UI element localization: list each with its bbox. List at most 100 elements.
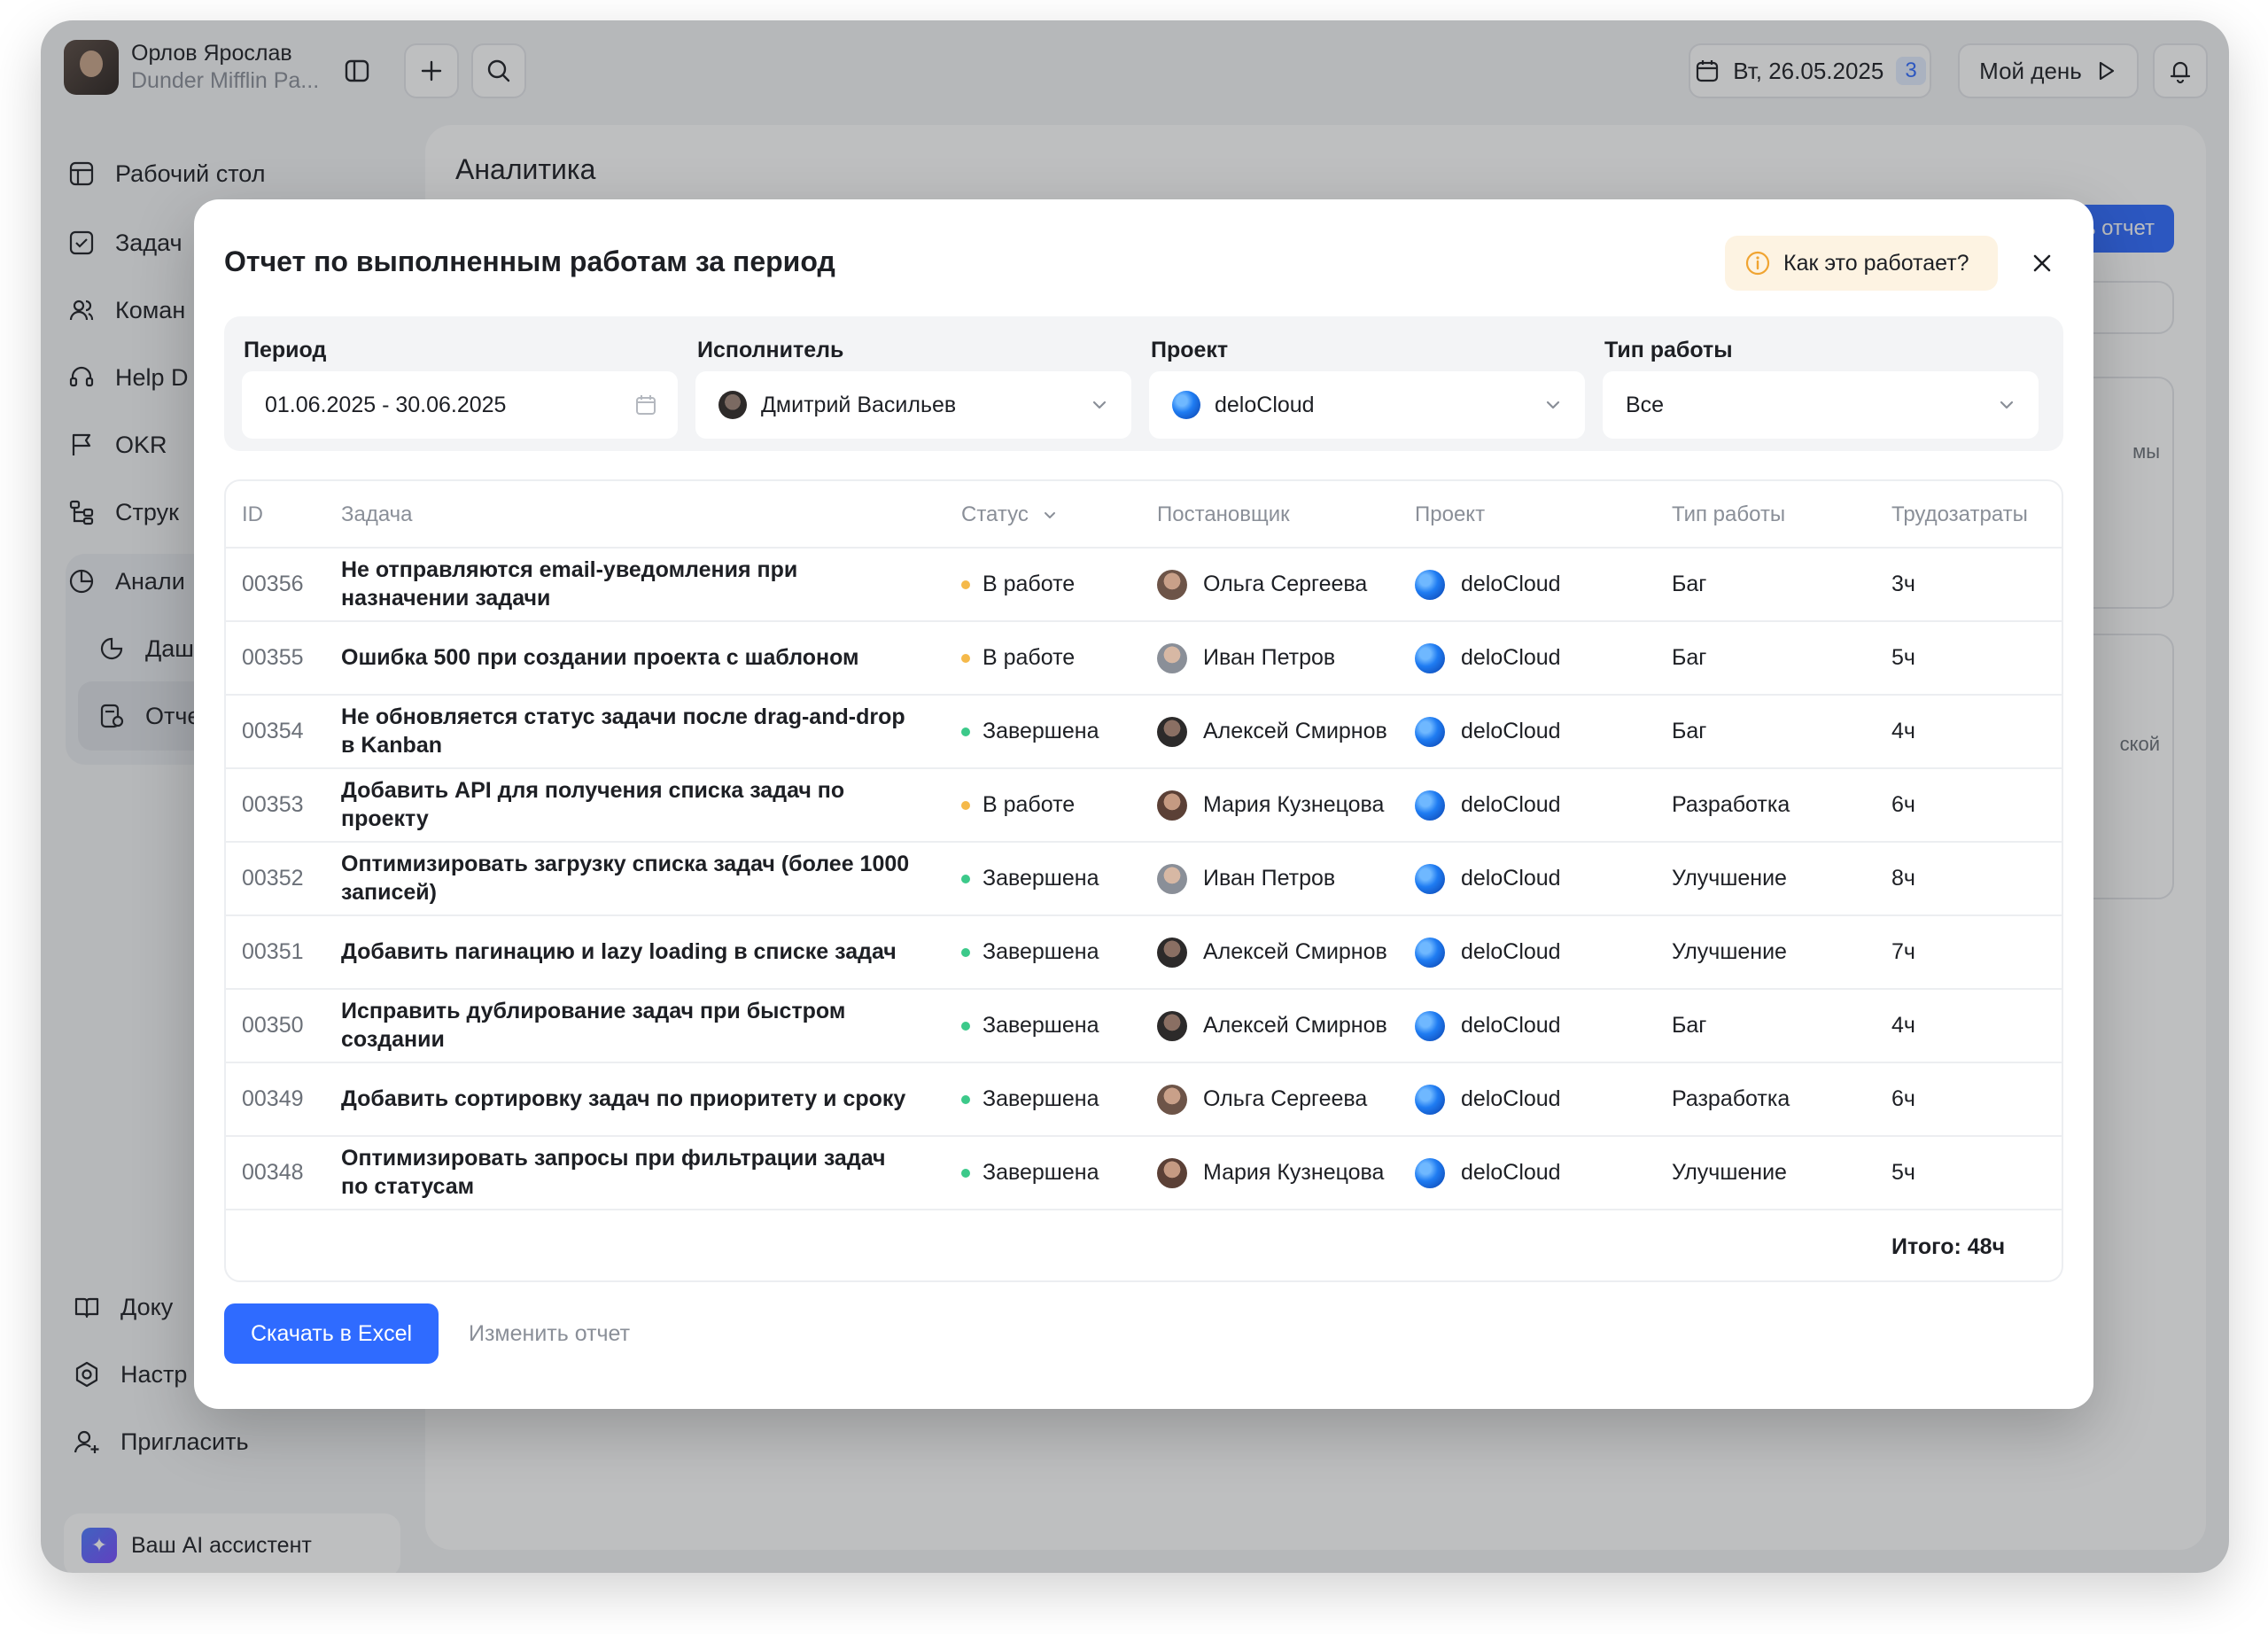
row-author: Алексей Смирнов (1157, 916, 1387, 988)
avatar (1157, 1157, 1187, 1188)
row-task[interactable]: Ошибка 500 при создании проекта с шаблон… (341, 622, 917, 694)
period-value: 01.06.2025 - 30.06.2025 (265, 392, 507, 417)
row-author: Мария Кузнецова (1157, 1137, 1384, 1209)
row-task[interactable]: Не отправляются email-уведомления при на… (341, 549, 917, 620)
project-value: deloCloud (1215, 392, 1315, 417)
row-work-type: Баг (1672, 719, 1707, 743)
edit-report-button[interactable]: Изменить отчет (469, 1303, 630, 1364)
header-work-type: Тип работы (1672, 502, 1786, 526)
project-name: deloCloud (1461, 719, 1561, 743)
table-row[interactable]: 00348 Оптимизировать запросы при фильтра… (226, 1137, 2062, 1210)
close-icon[interactable] (2021, 242, 2063, 284)
info-icon (1744, 250, 1771, 276)
row-work-type: Улучшение (1672, 866, 1787, 891)
project-label: Проект (1151, 338, 1229, 362)
row-task[interactable]: Исправить дублирование задач при быстром… (341, 990, 917, 1062)
project-logo-icon (1415, 569, 1445, 600)
status-dot (961, 800, 970, 810)
project-select[interactable]: deloCloud (1149, 371, 1585, 439)
row-author: Мария Кузнецова (1157, 769, 1384, 841)
project-logo-icon (1415, 1157, 1445, 1188)
filters-panel: Период 01.06.2025 - 30.06.2025 Исполните… (224, 316, 2063, 451)
period-label: Период (244, 338, 327, 362)
header-status-sort[interactable]: Статус (961, 481, 1060, 549)
status-dot (961, 653, 970, 663)
download-excel-button[interactable]: Скачать в Excel (224, 1303, 439, 1364)
project-filter: Проект deloCloud (1149, 332, 1585, 439)
project-name: deloCloud (1461, 1013, 1561, 1038)
row-status: Завершена (961, 990, 1099, 1062)
status-dot (961, 1168, 970, 1178)
row-status: В работе (961, 549, 1075, 620)
status-label: Завершена (983, 719, 1099, 743)
row-effort: 4ч (1891, 719, 1915, 743)
row-task[interactable]: Оптимизировать запросы при фильтрации за… (341, 1137, 917, 1209)
status-label: В работе (983, 645, 1076, 670)
table-row[interactable]: 00355 Ошибка 500 при создании проекта с … (226, 622, 2062, 696)
status-label: Завершена (983, 939, 1099, 964)
avatar (1157, 716, 1187, 747)
project-logo-icon (1415, 1010, 1445, 1041)
table-row[interactable]: 00353 Добавить API для получения списка … (226, 769, 2062, 843)
chevron-down-icon (1994, 393, 2019, 424)
row-task[interactable]: Добавить пагинацию и lazy loading в спис… (341, 916, 917, 988)
row-id: 00350 (242, 1013, 304, 1038)
row-id: 00354 (242, 719, 304, 743)
avatar (1157, 863, 1187, 894)
row-id: 00355 (242, 645, 304, 670)
row-effort: 5ч (1891, 1160, 1915, 1185)
row-status: Завершена (961, 843, 1099, 914)
row-effort: 8ч (1891, 866, 1915, 891)
row-author: Ольга Сергеева (1157, 1063, 1367, 1135)
row-task[interactable]: Оптимизировать загрузку списка задач (бо… (341, 843, 917, 914)
row-author: Ольга Сергеева (1157, 549, 1367, 620)
row-task[interactable]: Добавить API для получения списка задач … (341, 769, 917, 841)
row-status: Завершена (961, 1063, 1099, 1135)
status-label: Завершена (983, 866, 1099, 891)
status-dot (961, 727, 970, 736)
avatar (718, 391, 747, 419)
author-name: Иван Петров (1203, 866, 1336, 891)
table-row[interactable]: 00352 Оптимизировать загрузку списка зад… (226, 843, 2062, 916)
header-id: ID (242, 502, 263, 526)
author-name: Алексей Смирнов (1203, 719, 1387, 743)
assignee-value: Дмитрий Васильев (761, 392, 957, 417)
project-name: deloCloud (1461, 939, 1561, 964)
header-project: Проект (1415, 502, 1486, 526)
project-logo-icon (1415, 642, 1445, 673)
row-task[interactable]: Не обновляется статус задачи после drag-… (341, 696, 917, 767)
project-logo-icon (1415, 863, 1445, 894)
row-id: 00351 (242, 939, 304, 964)
author-name: Мария Кузнецова (1203, 792, 1385, 817)
row-effort: 4ч (1891, 1013, 1915, 1038)
total-row: Итого: 48ч (226, 1211, 2062, 1280)
status-label: В работе (983, 572, 1076, 596)
row-task[interactable]: Добавить сортировку задач по приоритету … (341, 1063, 917, 1135)
table-row[interactable]: 00356 Не отправляются email-уведомления … (226, 549, 2062, 622)
table-row[interactable]: 00351 Добавить пагинацию и lazy loading … (226, 916, 2062, 990)
author-name: Ольга Сергеева (1203, 1086, 1368, 1111)
chevron-down-icon (1087, 393, 1112, 424)
row-author: Иван Петров (1157, 843, 1335, 914)
table-row[interactable]: 00349 Добавить сортировку задач по приор… (226, 1063, 2062, 1137)
table-row[interactable]: 00354 Не обновляется статус задачи после… (226, 696, 2062, 769)
project-logo-icon (1415, 716, 1445, 747)
how-it-works-button[interactable]: Как это работает? (1725, 236, 1998, 291)
row-effort: 3ч (1891, 572, 1915, 596)
status-label: В работе (983, 792, 1076, 817)
header-task: Задача (341, 502, 413, 526)
work-type-select[interactable]: Все (1603, 371, 2039, 439)
table-row[interactable]: 00350 Исправить дублирование задач при б… (226, 990, 2062, 1063)
row-project: deloCloud (1415, 622, 1561, 694)
status-dot (961, 580, 970, 589)
period-field[interactable]: 01.06.2025 - 30.06.2025 (242, 371, 678, 439)
row-work-type: Разработка (1672, 792, 1790, 817)
status-label: Завершена (983, 1013, 1099, 1038)
author-name: Ольга Сергеева (1203, 572, 1368, 596)
row-effort: 7ч (1891, 939, 1915, 964)
avatar (1157, 1084, 1187, 1115)
status-dot (961, 1094, 970, 1104)
assignee-select[interactable]: Дмитрий Васильев (695, 371, 1131, 439)
row-status: В работе (961, 622, 1075, 694)
avatar (1157, 937, 1187, 968)
